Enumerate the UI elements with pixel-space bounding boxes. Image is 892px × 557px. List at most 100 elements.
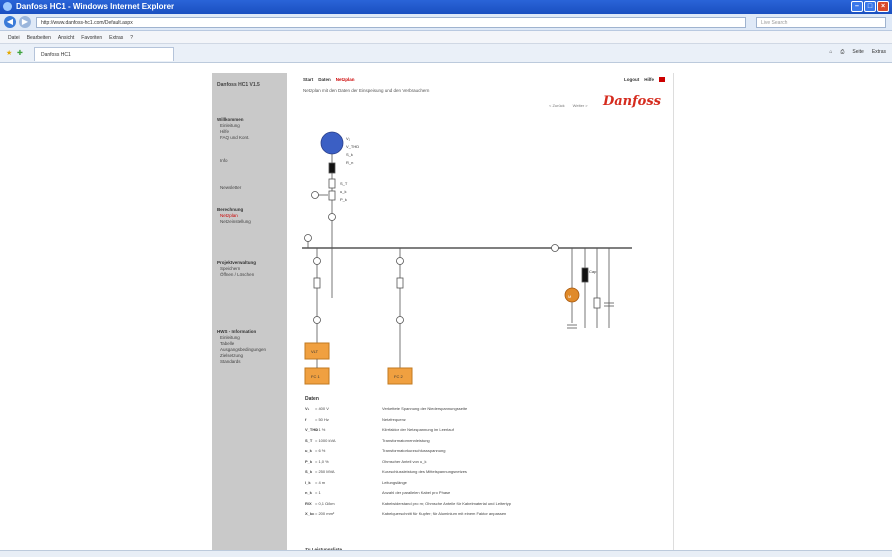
legend-desc: Anzahl der parallelen Kabel pro Phase <box>382 490 451 495</box>
legend-row: f = 50 Hz Netzfrequenz <box>305 417 660 428</box>
resistor-icon <box>593 297 601 309</box>
topnav-daten[interactable]: Daten <box>318 77 331 82</box>
legend-row: R/X = 0,1 Ω/km Kabelwiderstand pro m; Ohms… <box>305 501 660 512</box>
legend-val: = 0,1 Ω/km <box>315 500 335 506</box>
add-favorite-icon[interactable]: ✚ <box>17 49 23 57</box>
command-bar: ⌂ ⎙ Seite Extras <box>829 49 886 55</box>
measure-icon <box>328 213 336 221</box>
back-icon[interactable]: ◀ <box>4 16 16 28</box>
gen-label: S_k <box>346 152 353 157</box>
favorites-bar: ★ ✚ Danfoss HC1 ⌂ ⎙ Seite Extras <box>0 44 892 63</box>
bus-measure-icon <box>551 244 559 252</box>
sidebar-item-oeffnen[interactable]: Öffnen / Löschen <box>217 272 256 278</box>
legend-val: = 400 V <box>315 406 329 411</box>
legend-desc: Kurzschlussleistung des Mittelspannungsn… <box>382 469 467 474</box>
legend-desc: Transformatornennleistung <box>382 437 430 443</box>
maximize-button[interactable]: □ <box>864 1 876 12</box>
legend-sym: S_T <box>305 437 313 443</box>
topnav-start[interactable]: Start <box>303 77 313 82</box>
next-link[interactable]: Weiter > <box>573 103 588 108</box>
sidebar-group-hws: HWS - Information Einleitung Tabelle Aus… <box>217 328 266 365</box>
command-seite[interactable]: Seite <box>852 49 863 55</box>
sidebar-item-newsletter[interactable]: Newsletter <box>217 185 241 191</box>
window-title: Danfoss HC1 - Windows Internet Explorer <box>16 2 175 11</box>
sidebar-brand: Danfoss HC1 V1.5 <box>217 82 260 88</box>
browser-tab[interactable]: Danfoss HC1 <box>34 47 174 61</box>
legend-desc: Transformatorkurzschlussspannung <box>382 448 446 453</box>
sidebar-group-berechnung: Berechnung Netzplan Netzeinstellung <box>217 206 251 225</box>
legend-desc: Verkettete Spannung der Niederspannungss… <box>382 406 468 411</box>
gen-label: R_n <box>346 160 353 165</box>
close-button[interactable]: × <box>877 1 889 12</box>
legend-val: = 200 mm² <box>315 511 335 516</box>
legend-row: u_k = 6 % Transformatorkurzschlussspannung <box>305 448 660 459</box>
trafo-icon <box>328 190 336 201</box>
legend-val: = 1 % <box>315 427 326 432</box>
menu-ansicht[interactable]: Ansicht <box>58 35 74 43</box>
menu-bearbeiten[interactable]: Bearbeiten <box>27 35 51 43</box>
measure-icon <box>304 234 312 242</box>
home-icon[interactable]: ⌂ <box>829 49 832 55</box>
sidebar-item-faq[interactable]: FAQ und Kont. <box>217 135 250 141</box>
measure-icon <box>313 257 321 265</box>
sidebar-item-info[interactable]: Info <box>217 158 228 164</box>
legend-sym: u_k <box>305 448 312 453</box>
gen-label: V_THD <box>346 144 359 149</box>
legend-sym: V_THD <box>305 427 319 432</box>
measure-icon <box>396 316 404 324</box>
legend-sym: n_k <box>305 490 312 495</box>
sidebar-group-title: Projektverwaltung <box>217 260 257 265</box>
sidebar-item-netzeinstellung[interactable]: Netzeinstellung <box>217 219 251 225</box>
legend-sym: R/X <box>305 500 312 506</box>
network-diagram: V₁ V_THD S_k R_n S_T u_k P_k M Cap VLT F… <box>302 131 632 385</box>
legend-row: n_k = 1 Anzahl der parallelen Kabel pro Ph… <box>305 490 660 501</box>
legend-row: l_k = 4 m Leitungslänge <box>305 480 660 491</box>
minimize-button[interactable]: – <box>851 1 863 12</box>
grid-impedance-icon <box>328 162 336 174</box>
back-link[interactable]: < Zurück <box>549 103 565 108</box>
motor-label: M <box>568 294 571 299</box>
favorites-star-icon[interactable]: ★ <box>6 49 12 57</box>
sidebar-group-welcome: Willkommen Einleitung Hilfe FAQ und Kont… <box>217 116 250 141</box>
sidebar-group-title: Berechnung <box>217 207 244 212</box>
legend-val: = 50 Hz <box>315 416 329 422</box>
legend-sym: S_k <box>305 469 313 474</box>
help-link[interactable]: Hilfe <box>644 77 654 82</box>
menu-favoriten[interactable]: Favoriten <box>81 35 102 43</box>
legend-desc: Ohmscher Anteil von u_k <box>382 458 427 464</box>
menu-datei[interactable]: Datei <box>8 35 20 43</box>
top-links: Logout Hilfe <box>624 77 665 82</box>
legend-table: Daten V₁ = 400 V Verkettete Spannung der N… <box>305 396 660 522</box>
forward-icon[interactable]: ▶ <box>19 16 31 28</box>
sub-nav: < Zurück Weiter > <box>549 103 588 108</box>
topnav-netzplan[interactable]: Netzplan <box>336 77 355 82</box>
menu-extras[interactable]: Extras <box>109 35 123 43</box>
status-bar <box>0 550 892 557</box>
menu-help[interactable]: ? <box>130 35 133 43</box>
window-controls: – □ × <box>851 1 889 12</box>
sidebar-item-standards[interactable]: Standards <box>217 359 266 365</box>
sidebar-group-title: HWS - Information <box>217 329 257 334</box>
ie-icon <box>3 2 12 11</box>
legend-val: = 1 <box>315 490 321 495</box>
legend-val: = 6 % <box>315 448 326 453</box>
command-extras[interactable]: Extras <box>872 49 886 55</box>
danfoss-logo: Danfoss <box>602 94 661 109</box>
search-input[interactable]: Live Search <box>756 17 886 28</box>
legend-desc: Leitungslänge <box>382 479 407 485</box>
page-viewport: Danfoss HC1 V1.5 Willkommen Einleitung H… <box>0 63 892 552</box>
flag-icon[interactable] <box>659 77 665 82</box>
sidebar-group-newsletter: Newsletter <box>217 185 241 191</box>
trafo-label: u_k <box>340 189 346 194</box>
window-titlebar: Danfoss HC1 - Windows Internet Explorer … <box>0 0 892 14</box>
legend-row: V_THD = 1 % Klirrfaktor der Netzspannung i… <box>305 427 660 438</box>
logout-link[interactable]: Logout <box>624 77 639 82</box>
print-icon[interactable]: ⎙ <box>840 49 844 55</box>
address-bar: ◀ ▶ http://www.danfoss-hc1.com/Default.a… <box>0 14 892 31</box>
url-input[interactable]: http://www.danfoss-hc1.com/Default.aspx <box>36 17 746 28</box>
legend-sym: f <box>305 416 307 422</box>
top-nav: Start Daten Netzplan <box>303 77 355 82</box>
sidebar: Danfoss HC1 V1.5 Willkommen Einleitung H… <box>212 73 287 550</box>
sidebar-group-projekt: Projektverwaltung Speichern Öffnen / Lös… <box>217 259 256 278</box>
legend-desc: Kabelwiderstand pro m; Ohmsche Anteile f… <box>382 500 511 506</box>
